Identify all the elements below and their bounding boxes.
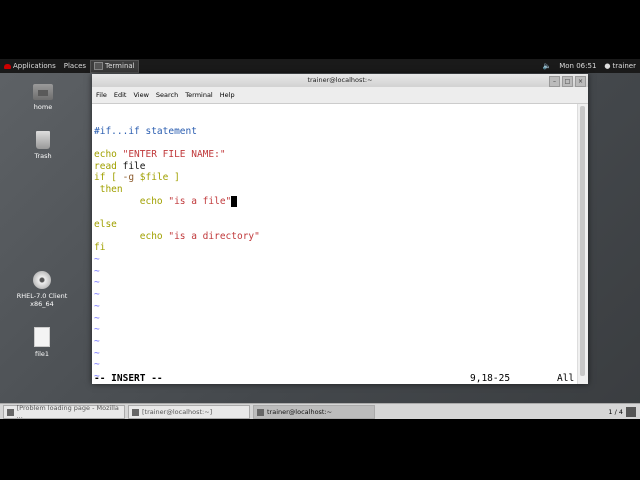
firefox-icon [7,408,14,416]
code-keyword: echo [94,149,117,160]
task-label: [trainer@localhost:~] [142,408,213,416]
menu-bar: File Edit View Search Terminal Help [92,87,588,104]
minimize-button[interactable]: – [549,76,560,87]
bottom-panel: [Problem loading page - Mozilla ... [tra… [0,403,640,419]
redhat-logo-icon [4,63,11,69]
vim-editor[interactable]: #if...if statement echo "ENTER FILE NAME… [92,104,576,386]
empty-line-tilde: ~ [94,266,100,277]
workspace-label: 1 / 4 [608,408,623,416]
places-menu[interactable]: Places [60,59,90,73]
workspace-switcher[interactable]: 1 / 4 [608,407,640,417]
desktop-icon-label: RHEL-7.0 Client [16,292,68,300]
terminal-window: trainer@localhost:~ – □ × File Edit View… [92,74,588,384]
terminal-scrollbar[interactable] [577,104,588,384]
empty-line-tilde: ~ [94,254,100,265]
menu-file[interactable]: File [96,91,107,99]
terminal-icon [132,408,139,416]
empty-line-tilde: ~ [94,301,100,312]
file-icon [34,327,50,347]
terminal-icon [257,408,264,416]
code-string: "ENTER FILE NAME:" [116,149,226,160]
code-string: "is a directory" [168,231,260,242]
code-keyword: echo [94,196,169,207]
code-keyword: read [94,161,117,172]
empty-line-tilde: ~ [94,324,100,335]
folder-icon [33,84,53,100]
desktop-screen: Applications Places Terminal 🔈 Mon 06:51… [0,59,640,419]
code-line-3: read file [94,161,146,172]
empty-line-tilde: ~ [94,289,100,300]
code-line-6: echo "is a file" [94,196,238,207]
workspace-icon [626,407,636,417]
code-string: "is a file" [168,196,232,207]
empty-line-tilde: ~ [94,359,100,370]
empty-line-tilde: ~ [94,313,100,324]
code-keyword: if [ [94,172,123,183]
desktop-icon-file1[interactable]: file1 [12,327,72,358]
volume-icon[interactable]: 🔈 [539,59,556,73]
code-line-8: echo "is a directory" [94,231,260,242]
trash-icon [36,131,50,149]
text-cursor [231,196,238,207]
clock-label: Mon 06:51 [559,62,597,70]
desktop-icon-home[interactable]: home [13,84,73,111]
task-label: trainer@localhost:~ [267,408,333,416]
code-line-1: #if...if statement [94,126,197,137]
cursor-position: 9,18-25 [470,373,511,384]
code-line-7: else [94,219,117,230]
menu-help[interactable]: Help [220,91,235,99]
vim-mode-indicator: -- INSERT -- [94,373,163,384]
scrollbar-thumb[interactable] [580,106,585,376]
top-panel: Applications Places Terminal 🔈 Mon 06:51… [0,59,640,73]
desktop-icon-label: home [33,103,53,111]
places-label: Places [63,62,87,70]
desktop-icon-disc[interactable]: RHEL-7.0 Client x86_64 [12,271,72,308]
scroll-position: All [557,373,575,384]
window-title: trainer@localhost:~ [307,76,373,84]
user-label: trainer [612,62,636,70]
empty-line-tilde: ~ [94,336,100,347]
desktop-icon-label: Trash [34,152,52,160]
code-keyword: $file ] [134,172,180,183]
task-firefox[interactable]: [Problem loading page - Mozilla ... [3,404,125,419]
maximize-button[interactable]: □ [562,76,573,87]
empty-line-tilde: ~ [94,348,100,359]
code-line-4: if [ -g $file ] [94,172,180,183]
active-app-label: Terminal [105,62,135,70]
task-terminal-1[interactable]: [trainer@localhost:~] [128,405,250,419]
menu-search[interactable]: Search [156,91,178,99]
window-titlebar[interactable]: trainer@localhost:~ – □ × [92,74,588,87]
close-button[interactable]: × [575,76,586,87]
disc-icon [33,271,51,289]
desktop-icon-trash[interactable]: Trash [13,131,73,160]
code-text: file [116,161,146,172]
code-keyword: echo [94,231,169,242]
menu-edit[interactable]: Edit [114,91,127,99]
task-label: [Problem loading page - Mozilla ... [16,404,119,419]
user-menu[interactable]: ● trainer [600,59,640,73]
clock[interactable]: Mon 06:51 [555,59,600,73]
applications-menu[interactable]: Applications [0,59,60,73]
empty-line-tilde: ~ [94,277,100,288]
menu-view[interactable]: View [133,91,148,99]
desktop-icon-label: file1 [34,350,50,358]
code-line-2: echo "ENTER FILE NAME:" [94,149,226,160]
active-app-menu[interactable]: Terminal [90,59,139,73]
code-option: -g [122,172,135,183]
desktop-icon-label-2: x86_64 [30,300,54,308]
code-line-5: then [94,184,123,195]
menu-terminal[interactable]: Terminal [185,91,212,99]
applications-label: Applications [13,62,56,70]
code-line-9: fi [94,242,106,253]
terminal-icon [94,62,104,70]
user-icon: ● [604,62,611,70]
task-terminal-2[interactable]: trainer@localhost:~ [253,405,375,419]
